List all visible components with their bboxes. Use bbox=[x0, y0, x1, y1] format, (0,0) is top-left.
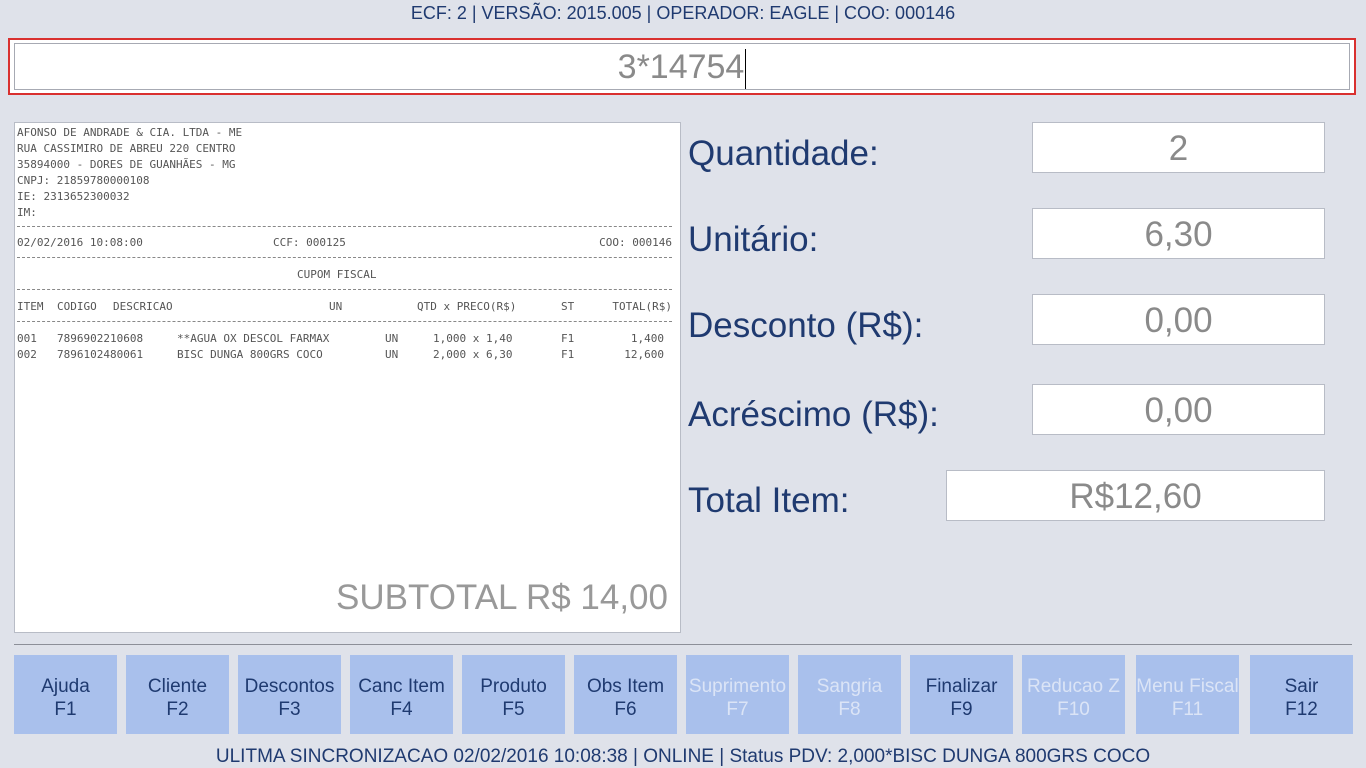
item-total: 1,400 bbox=[630, 332, 664, 345]
button-label: Cliente bbox=[147, 676, 208, 697]
divider bbox=[17, 289, 672, 290]
button-key: F4 bbox=[390, 699, 413, 720]
button-label: Obs Item bbox=[586, 676, 665, 697]
company-city: 35894000 - DORES DE GUANHÃES - MG bbox=[17, 158, 236, 171]
receipt-title: CUPOM FISCAL bbox=[297, 268, 377, 281]
company-name: AFONSO DE ANDRADE & CIA. LTDA - ME bbox=[17, 126, 243, 139]
acrescimo-label: Acréscimo (R$): bbox=[688, 395, 939, 434]
product-button[interactable]: Produto F5 bbox=[462, 655, 565, 734]
receipt-item-row: 001 7896902210608 **AGUA OX DESCOL FARMA… bbox=[17, 331, 672, 347]
button-label: Sair bbox=[1284, 676, 1319, 697]
company-ie: IE: 2313652300032 bbox=[17, 190, 130, 203]
item-qty-price: 1,000 x 1,40 bbox=[433, 332, 513, 345]
desconto-label: Desconto (R$): bbox=[688, 306, 924, 345]
item-description: **AGUA OX DESCOL FARMAX bbox=[177, 332, 330, 345]
z-reduction-button[interactable]: Reducao Z F10 bbox=[1022, 655, 1125, 734]
divider bbox=[17, 226, 672, 227]
discounts-button[interactable]: Descontos F3 bbox=[238, 655, 341, 734]
exit-button[interactable]: Sair F12 bbox=[1250, 655, 1353, 734]
total-item-label: Total Item: bbox=[688, 481, 850, 520]
desconto-field[interactable]: 0,00 bbox=[1032, 294, 1325, 345]
total-item-field: R$12,60 bbox=[946, 470, 1325, 521]
button-label: Ajuda bbox=[41, 676, 90, 697]
button-key: F6 bbox=[614, 699, 637, 720]
button-key: F3 bbox=[278, 699, 301, 720]
item-st: F1 bbox=[561, 348, 575, 361]
receipt-info-row: 02/02/2016 10:08:00 CCF: 000125 COO: 000… bbox=[17, 235, 672, 251]
subtotal: SUBTOTAL R$ 14,00 bbox=[335, 578, 668, 617]
button-label: Finalizar bbox=[925, 676, 998, 697]
button-label: Suprimento bbox=[688, 676, 787, 697]
button-label: Sangria bbox=[816, 676, 883, 697]
col-descricao: DESCRICAO bbox=[113, 300, 173, 313]
col-item: ITEM bbox=[17, 300, 44, 313]
col-codigo: CODIGO bbox=[57, 300, 97, 313]
item-unit: UN bbox=[385, 332, 399, 345]
col-qtd-preco: QTD x PRECO(R$) bbox=[417, 300, 517, 313]
button-key: F1 bbox=[54, 699, 77, 720]
company-im: IM: bbox=[17, 206, 37, 219]
status-header: ECF: 2 | VERSÃO: 2015.005 | OPERADOR: EA… bbox=[410, 3, 956, 23]
company-address: RUA CASSIMIRO DE ABREU 220 CENTRO bbox=[17, 142, 236, 155]
sync-status-bar: ULITMA SINCRONIZACAO 02/02/2016 10:08:38… bbox=[215, 746, 1151, 767]
text-caret bbox=[745, 49, 747, 90]
receipt-column-headers: ITEM CODIGO DESCRICAO UN QTD x PRECO(R$)… bbox=[17, 299, 672, 315]
button-key: F12 bbox=[1285, 699, 1318, 720]
item-description: BISC DUNGA 800GRS COCO bbox=[177, 348, 323, 361]
command-input-frame[interactable]: 3*14754 bbox=[8, 38, 1356, 95]
button-label: Descontos bbox=[244, 676, 335, 697]
fiscal-menu-button[interactable]: Menu Fiscal F11 bbox=[1136, 655, 1239, 734]
customer-button[interactable]: Cliente F2 bbox=[126, 655, 229, 734]
col-st: ST bbox=[561, 300, 575, 313]
item-code: 7896102480061 bbox=[57, 348, 144, 361]
divider bbox=[17, 257, 672, 258]
unitario-field[interactable]: 6,30 bbox=[1032, 208, 1325, 259]
quantidade-field[interactable]: 2 bbox=[1032, 122, 1325, 173]
command-input[interactable]: 3*14754 bbox=[14, 43, 1350, 90]
withdrawal-button[interactable]: Sangria F8 bbox=[798, 655, 901, 734]
company-cnpj: CNPJ: 21859780000108 bbox=[17, 174, 150, 187]
button-label: Canc Item bbox=[358, 676, 445, 697]
cancel-item-button[interactable]: Canc Item F4 bbox=[350, 655, 453, 734]
receipt-item-row: 002 7896102480061 BISC DUNGA 800GRS COCO… bbox=[17, 347, 672, 363]
item-number: 002 bbox=[17, 348, 37, 361]
item-note-button[interactable]: Obs Item F6 bbox=[574, 655, 677, 734]
button-key: F10 bbox=[1057, 699, 1090, 720]
divider bbox=[14, 644, 1352, 645]
receipt-coo: COO: 000146 bbox=[599, 236, 672, 249]
button-key: F7 bbox=[726, 699, 749, 720]
quantidade-label: Quantidade: bbox=[688, 134, 879, 173]
col-un: UN bbox=[329, 300, 343, 313]
item-st: F1 bbox=[561, 332, 575, 345]
receipt-datetime: 02/02/2016 10:08:00 bbox=[17, 236, 143, 249]
unitario-label: Unitário: bbox=[688, 220, 819, 259]
button-key: F2 bbox=[166, 699, 189, 720]
finalize-button[interactable]: Finalizar F9 bbox=[910, 655, 1013, 734]
item-unit: UN bbox=[385, 348, 399, 361]
item-code: 7896902210608 bbox=[57, 332, 144, 345]
help-button[interactable]: Ajuda F1 bbox=[14, 655, 117, 734]
divider bbox=[17, 321, 672, 322]
button-key: F5 bbox=[502, 699, 525, 720]
button-label: Produto bbox=[480, 676, 547, 697]
receipt-panel: AFONSO DE ANDRADE & CIA. LTDA - ME RUA C… bbox=[14, 122, 681, 633]
item-total: 12,600 bbox=[624, 348, 664, 361]
button-key: F11 bbox=[1171, 699, 1204, 720]
button-label: Reducao Z bbox=[1027, 676, 1120, 697]
item-qty-price: 2,000 x 6,30 bbox=[433, 348, 513, 361]
acrescimo-field[interactable]: 0,00 bbox=[1032, 384, 1325, 435]
supply-button[interactable]: Suprimento F7 bbox=[686, 655, 789, 734]
button-label: Menu Fiscal bbox=[1136, 676, 1239, 697]
button-key: F8 bbox=[838, 699, 861, 720]
receipt-title-row: CUPOM FISCAL bbox=[17, 267, 672, 283]
command-input-value: 3*14754 bbox=[617, 48, 745, 86]
item-number: 001 bbox=[17, 332, 37, 345]
receipt-ccf: CCF: 000125 bbox=[273, 236, 346, 249]
button-key: F9 bbox=[950, 699, 973, 720]
col-total: TOTAL(R$) bbox=[612, 300, 672, 313]
